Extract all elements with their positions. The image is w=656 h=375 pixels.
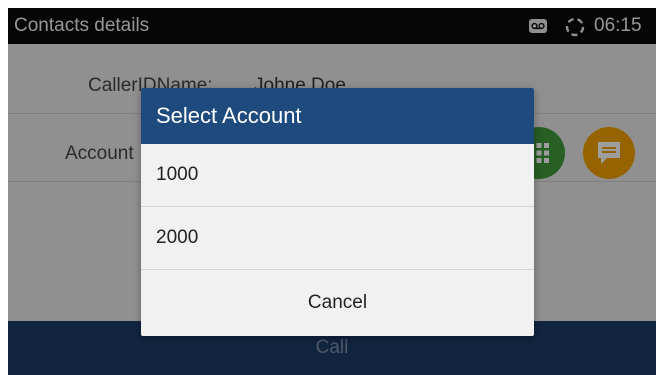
select-account-dialog: Select Account 1000 2000 Cancel <box>141 88 534 336</box>
phone-screen: Contacts details 06:15 CallerIDName: Joh… <box>8 8 656 375</box>
dialog-title: Select Account <box>141 88 534 144</box>
account-option-2000[interactable]: 2000 <box>141 207 534 270</box>
cancel-button[interactable]: Cancel <box>141 270 534 336</box>
account-option-1000[interactable]: 1000 <box>141 144 534 207</box>
